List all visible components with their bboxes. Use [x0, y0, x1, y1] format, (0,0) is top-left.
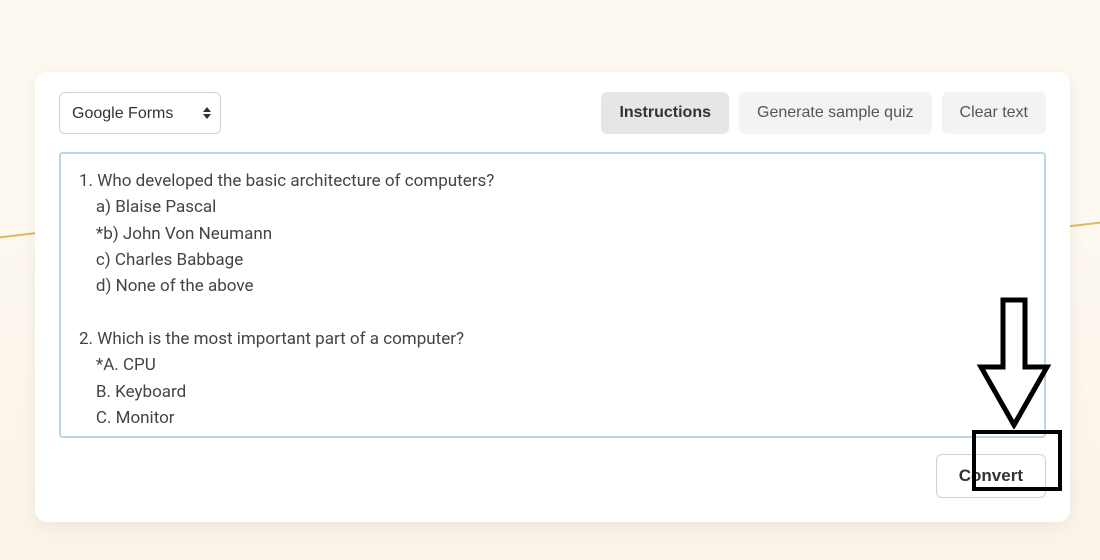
generate-sample-button[interactable]: Generate sample quiz [739, 92, 932, 134]
quiz-converter-card: Google Forms Instructions Generate sampl… [35, 72, 1070, 522]
format-select-wrap: Google Forms [59, 92, 221, 134]
quiz-text-editor[interactable] [59, 152, 1046, 438]
toolbar: Google Forms Instructions Generate sampl… [59, 92, 1046, 134]
instructions-button[interactable]: Instructions [601, 92, 729, 134]
footer: Convert [59, 454, 1046, 498]
convert-button[interactable]: Convert [936, 454, 1046, 498]
format-select[interactable]: Google Forms [59, 92, 221, 134]
clear-text-button[interactable]: Clear text [942, 92, 1046, 134]
